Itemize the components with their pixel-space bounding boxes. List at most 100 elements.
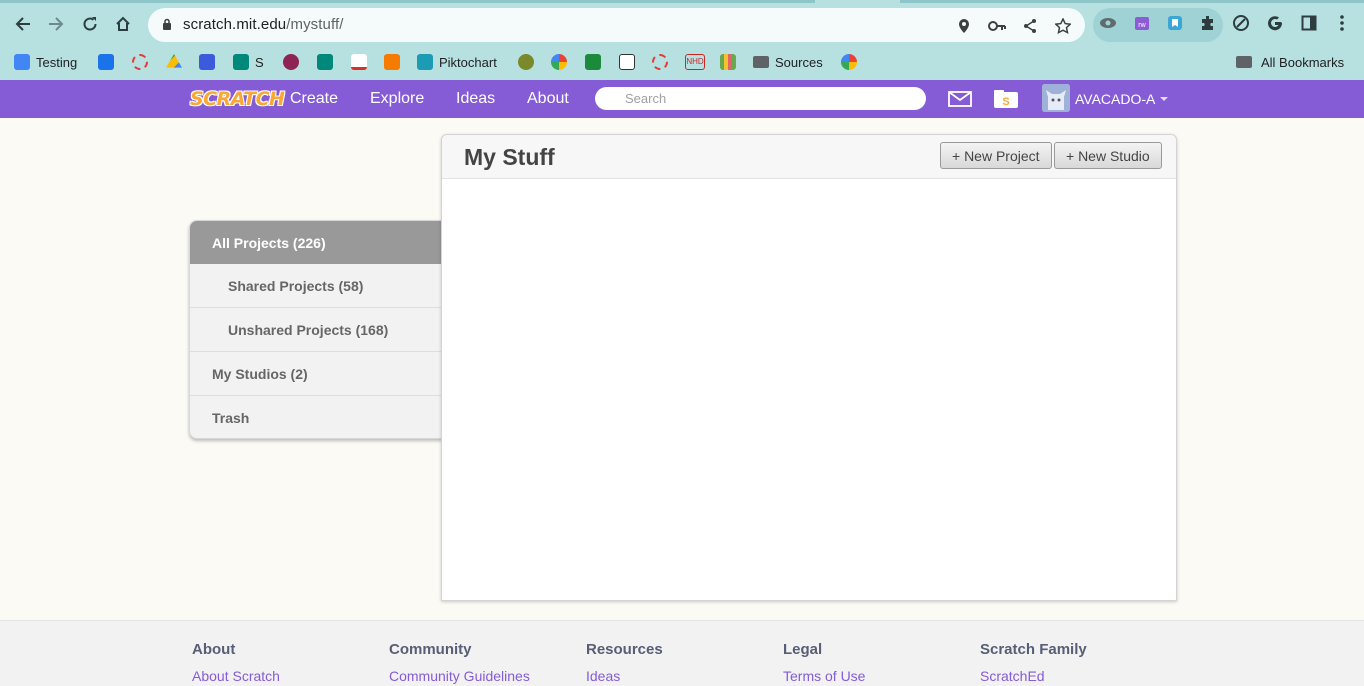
footer-link[interactable]: Community Guidelines: [389, 668, 530, 684]
footer-heading: Scratch Family: [980, 641, 1087, 658]
bookmark-star-icon[interactable]: [1054, 17, 1072, 35]
bookmark-item[interactable]: [585, 50, 607, 74]
footer-heading: Legal: [783, 641, 823, 658]
eye-extension-icon[interactable]: [1097, 12, 1119, 34]
bookmark-item[interactable]: Testing: [14, 50, 77, 74]
new-project-button[interactable]: + New Project: [940, 142, 1052, 169]
avatar[interactable]: [1042, 84, 1070, 112]
bookmark-item[interactable]: NHD: [685, 50, 711, 74]
bookmark-favicon-icon: [14, 54, 30, 70]
bookmark-extension-icon[interactable]: [1164, 12, 1186, 34]
sidebar-item-all-projects[interactable]: All Projects (226): [190, 221, 443, 264]
location-icon[interactable]: [955, 17, 973, 35]
bookmark-item[interactable]: [351, 50, 373, 74]
bookmark-favicon-icon: [283, 54, 299, 70]
new-studio-button[interactable]: + New Studio: [1054, 142, 1162, 169]
google-g-icon[interactable]: [1264, 12, 1286, 34]
bookmark-folder[interactable]: Sources: [753, 50, 823, 74]
user-menu[interactable]: AVACADO-A: [1075, 80, 1169, 118]
messages-icon[interactable]: [947, 88, 973, 110]
bookmark-item[interactable]: [98, 50, 120, 74]
menu-kebab-icon[interactable]: [1331, 12, 1353, 34]
bookmark-item[interactable]: [652, 50, 674, 74]
sidebar-item-unshared-projects[interactable]: Unshared Projects (168): [190, 308, 443, 352]
bookmark-item[interactable]: [132, 50, 154, 74]
bookmark-item[interactable]: Piktochart: [417, 50, 497, 74]
footer-column-resources: Resources Ideas: [586, 641, 663, 684]
side-panel-icon[interactable]: [1298, 12, 1320, 34]
key-icon[interactable]: [988, 17, 1006, 35]
footer-link[interactable]: Terms of Use: [783, 668, 865, 684]
back-icon[interactable]: [9, 10, 37, 38]
bookmark-item[interactable]: [619, 50, 641, 74]
search-input[interactable]: [625, 89, 915, 108]
svg-text:S: S: [1002, 96, 1009, 108]
leaf-extension-icon[interactable]: [1230, 12, 1252, 34]
tab-strip: [0, 0, 1364, 3]
bookmark-item[interactable]: [551, 50, 573, 74]
forward-icon[interactable]: [42, 10, 70, 38]
bookmark-item[interactable]: [384, 50, 406, 74]
footer: About About Scratch Community Community …: [0, 620, 1364, 686]
sidebar-item-shared-projects[interactable]: Shared Projects (58): [190, 264, 443, 308]
chevron-down-icon: [1160, 97, 1169, 101]
footer-column-community: Community Community Guidelines: [389, 641, 530, 684]
bookmark-item[interactable]: [283, 50, 305, 74]
bookmark-favicon-icon: [720, 54, 736, 70]
bookmark-item[interactable]: [841, 50, 863, 74]
folder-icon: [1236, 56, 1252, 68]
sidebar-item-my-studios[interactable]: My Studios (2): [190, 352, 443, 396]
bookmark-item[interactable]: [166, 50, 188, 74]
sidebar-item-trash[interactable]: Trash: [190, 396, 443, 438]
lock-icon[interactable]: [162, 18, 172, 30]
home-icon[interactable]: [109, 10, 137, 38]
footer-heading: About: [192, 641, 236, 658]
mystuff-panel: My Stuff + New Project + New Studio: [441, 134, 1177, 601]
nav-create[interactable]: Create: [290, 80, 338, 118]
meet-icon: [233, 54, 249, 70]
address-bar[interactable]: scratch.mit.edu/mystuff/: [148, 8, 1085, 42]
nav-explore[interactable]: Explore: [370, 80, 424, 118]
bookmark-favicon-icon: [199, 54, 215, 70]
bookmark-favicon-icon: [652, 54, 668, 70]
google-icon: [841, 54, 857, 70]
bookmark-favicon-icon: [585, 54, 601, 70]
meet-icon: [317, 54, 333, 70]
username-label: AVACADO-A: [1075, 91, 1156, 107]
bookmark-favicon-icon: [98, 54, 114, 70]
photos-icon: [551, 54, 567, 70]
bookmark-favicon-icon: [619, 54, 635, 70]
bookmark-favicon-icon: [132, 54, 148, 70]
my-stuff-folder-icon[interactable]: S: [993, 88, 1019, 110]
gmail-icon: [351, 54, 367, 70]
footer-column-scratch-family: Scratch Family ScratchEd: [980, 641, 1087, 684]
folder-icon: [753, 56, 769, 68]
footer-column-legal: Legal Terms of Use: [783, 641, 865, 684]
footer-heading: Resources: [586, 641, 663, 658]
extensions-icon[interactable]: [1197, 12, 1219, 34]
share-icon[interactable]: [1021, 17, 1039, 35]
reload-icon[interactable]: [76, 10, 104, 38]
bookmark-item[interactable]: [518, 50, 540, 74]
drive-icon: [166, 54, 182, 68]
puzzle-extension-icon[interactable]: rw: [1131, 12, 1153, 34]
piktochart-icon: [417, 54, 433, 70]
search-box: [595, 87, 926, 110]
all-bookmarks-folder[interactable]: All Bookmarks: [1236, 50, 1344, 74]
url-text[interactable]: scratch.mit.edu/mystuff/: [183, 16, 344, 33]
scratch-logo[interactable]: SCRATCH: [190, 85, 285, 112]
svg-text:rw: rw: [1138, 22, 1146, 29]
bookmark-item[interactable]: [317, 50, 339, 74]
bookmark-item[interactable]: S: [233, 50, 264, 74]
nav-about[interactable]: About: [527, 80, 569, 118]
footer-link[interactable]: ScratchEd: [980, 668, 1087, 684]
footer-heading: Community: [389, 641, 472, 658]
bookmark-item[interactable]: [199, 50, 221, 74]
bookmarks-bar: Testing S Piktochart NHD Sources All Boo…: [0, 50, 1364, 74]
footer-link[interactable]: Ideas: [586, 668, 663, 684]
bookmark-item[interactable]: [720, 50, 742, 74]
bookmark-favicon-icon: [384, 54, 400, 70]
nav-ideas[interactable]: Ideas: [456, 80, 495, 118]
footer-link[interactable]: About Scratch: [192, 668, 280, 684]
nhd-icon: NHD: [685, 54, 705, 70]
